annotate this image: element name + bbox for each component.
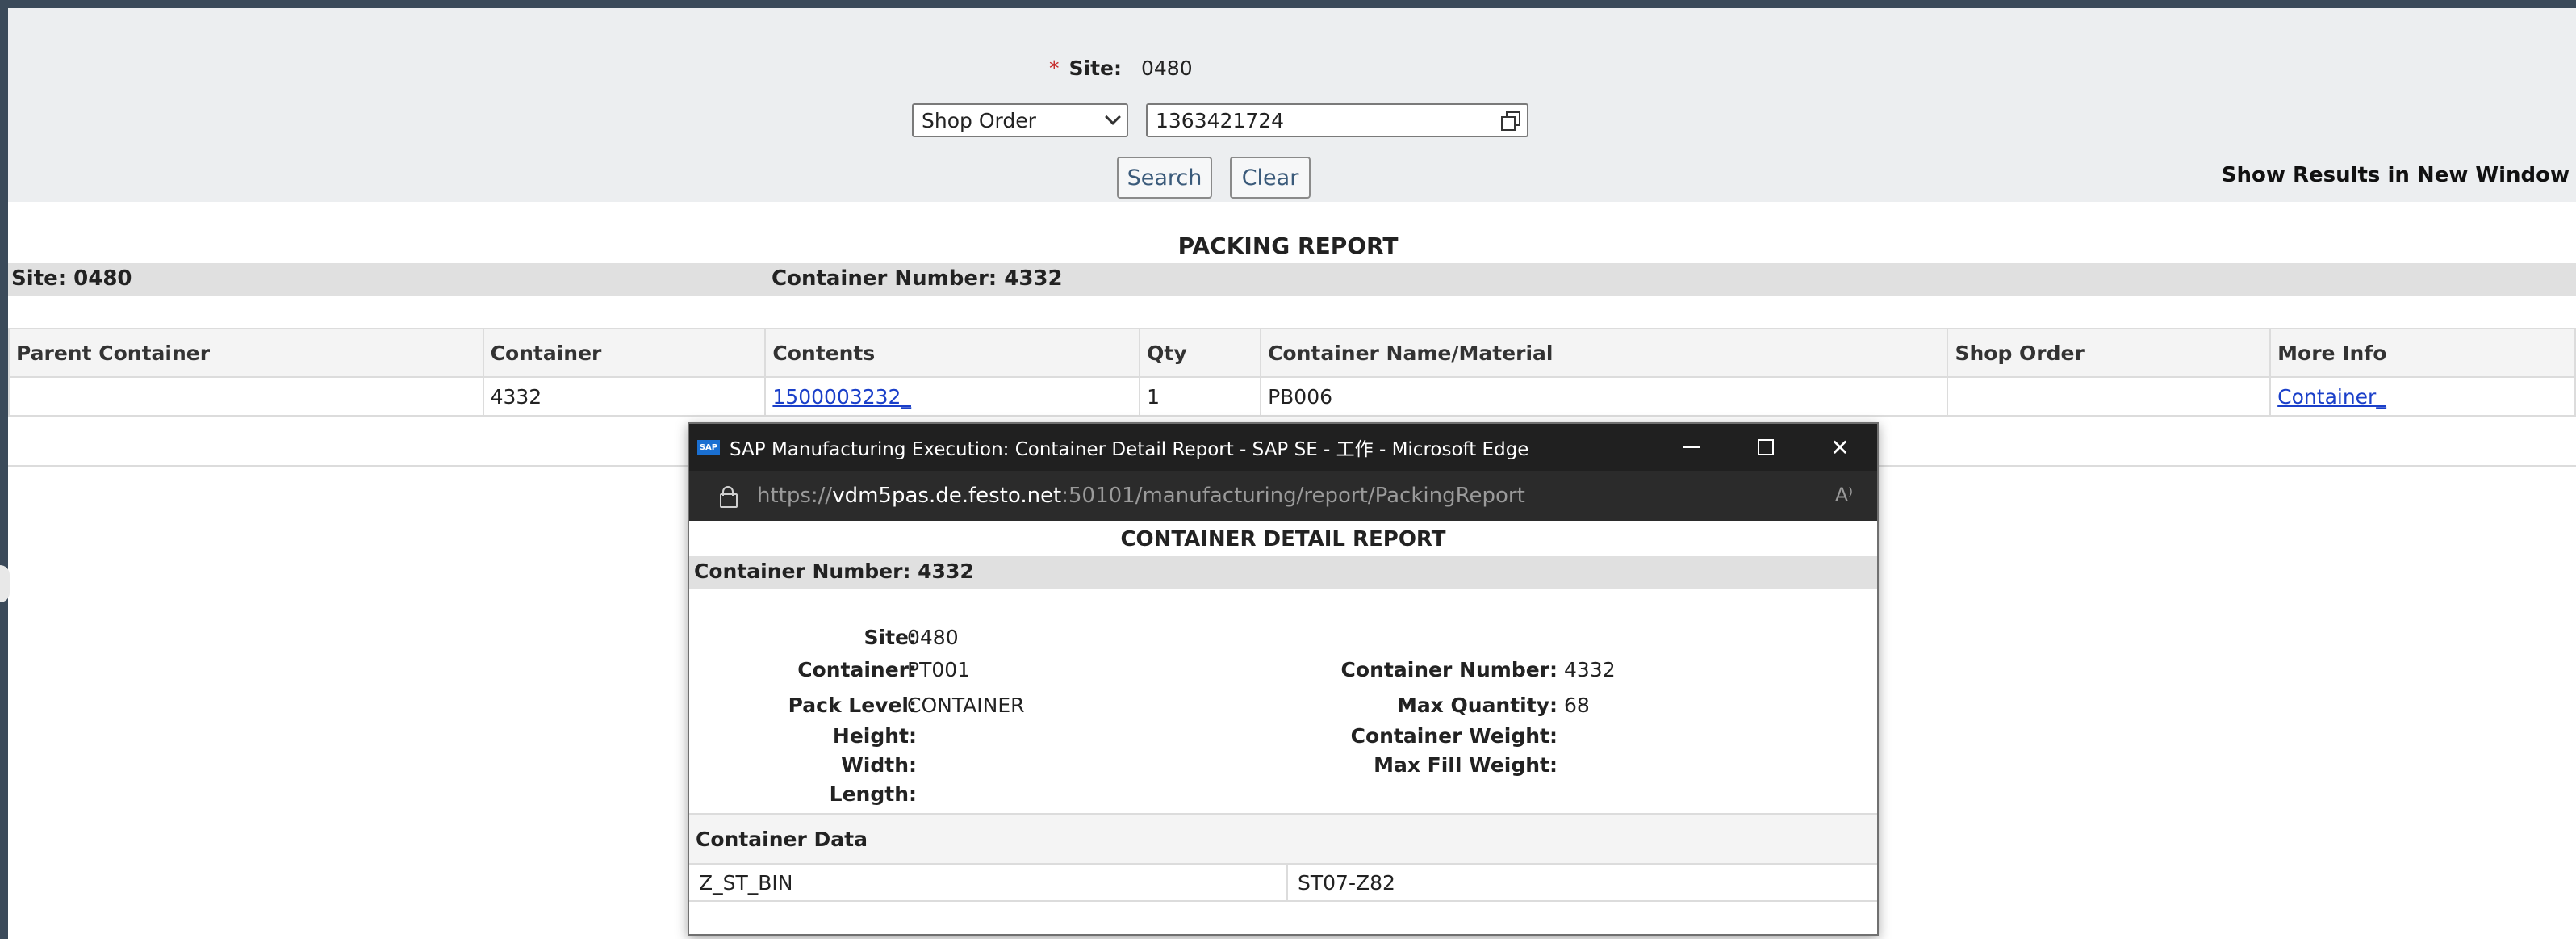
container-field-value: PT001 (907, 658, 971, 681)
contents-link[interactable]: 1500003232_ (772, 385, 911, 409)
clear-button[interactable]: Clear (1230, 157, 1311, 199)
col-container-name-material: Container Name/Material (1260, 328, 1949, 378)
show-results-new-window-label[interactable]: Show Results in New Window (2222, 163, 2570, 187)
container-data-value: ST07-Z82 (1298, 871, 1395, 895)
window-titlebar: SAP SAP Manufacturing Execution: Contain… (689, 424, 1877, 471)
chevron-down-icon (1105, 109, 1121, 125)
maximize-button[interactable] (1729, 424, 1803, 471)
max-quantity-value: 68 (1564, 694, 1590, 717)
site-label: Site: (1068, 57, 1122, 80)
url-prefix: https:// (757, 484, 833, 508)
max-quantity-label: Max Quantity: (1396, 694, 1558, 717)
cell-more-info: Container_ (2269, 376, 2576, 417)
container-detail-window: SAP SAP Manufacturing Execution: Contain… (688, 422, 1879, 936)
close-icon: ✕ (1830, 434, 1850, 461)
lock-icon[interactable] (720, 486, 738, 508)
report-title: PACKING REPORT (1177, 233, 1399, 259)
table-header-row: Parent Container Container Contents Qty … (8, 328, 2576, 378)
site-value: 0480 (1140, 57, 1193, 80)
more-info-container-link[interactable]: Container_ (2277, 385, 2386, 409)
cell-name-material: PB006 (1260, 376, 1949, 417)
window-title: SAP Manufacturing Execution: Container D… (730, 439, 1529, 460)
cell-contents: 1500003232_ (764, 376, 1141, 417)
height-label: Height: (832, 724, 917, 748)
shop-order-input[interactable]: 1363421724 (1146, 103, 1528, 137)
col-parent-container: Parent Container (8, 328, 484, 378)
url-host: vdm5pas.de.festo.net (832, 484, 1062, 508)
col-shop-order: Shop Order (1947, 328, 2272, 378)
container-data-header: Container Data (689, 815, 1877, 865)
left-border (0, 0, 8, 939)
col-more-info: More Info (2269, 328, 2576, 378)
minimize-button[interactable] (1654, 424, 1729, 471)
container-field-label: Container: (797, 658, 917, 681)
side-panel-handle[interactable] (0, 565, 10, 602)
col-qty: Qty (1139, 328, 1262, 378)
width-label: Width: (841, 753, 917, 777)
search-type-selected: Shop Order (922, 108, 1036, 132)
shop-order-value: 1363421724 (1156, 108, 1285, 132)
col-contents: Contents (764, 328, 1141, 378)
close-button[interactable]: ✕ (1803, 424, 1877, 471)
container-data-key: Z_ST_BIN (689, 865, 1288, 900)
report-container-number: Container Number: 4332 (772, 266, 1063, 291)
container-detail-header: Container Number: 4332 (689, 556, 1877, 589)
search-button[interactable]: Search (1117, 157, 1212, 199)
cell-parent (8, 376, 484, 417)
container-data-row: Z_ST_BIN ST07-Z82 (689, 865, 1877, 902)
cell-qty: 1 (1139, 376, 1262, 417)
maximize-icon (1758, 439, 1774, 455)
cell-shop-order (1947, 376, 2272, 417)
container-number-label: Container Number: (1340, 658, 1558, 681)
report-header: Site: 0480 Container Number: 4332 (8, 263, 2576, 296)
table-row: 4332 1500003232_ 1 PB006 Container_ (8, 376, 2576, 417)
container-weight-label: Container Weight: (1350, 724, 1558, 748)
container-number-value: 4332 (1564, 658, 1616, 681)
required-marker: * (1049, 57, 1060, 80)
window-controls: ✕ (1654, 424, 1877, 471)
site-row: * Site: 0480 (1049, 57, 1193, 80)
address-bar[interactable]: https://vdm5pas.de.festo.net:50101/manuf… (689, 471, 1877, 521)
packing-table: Parent Container Container Contents Qty … (8, 328, 2576, 417)
report-site: Site: 0480 (11, 266, 132, 291)
search-type-select[interactable]: Shop Order (912, 103, 1128, 137)
browse-icon[interactable] (1501, 111, 1520, 131)
max-fill-weight-label: Max Fill Weight: (1374, 753, 1558, 777)
col-container: Container (482, 328, 767, 378)
pack-level-value: CONTAINER (907, 694, 1025, 717)
length-label: Length: (829, 782, 917, 806)
pack-level-label: Pack Level: (788, 694, 917, 717)
sap-logo-icon: SAP (697, 440, 720, 455)
container-detail-title: CONTAINER DETAIL REPORT (1120, 527, 1446, 551)
top-border (0, 0, 2576, 8)
site-field-value: 0480 (907, 626, 959, 649)
url-path: :50101/manufacturing/report/PackingRepor… (1061, 484, 1525, 508)
container-detail-fields: Site: 0480 Container: PT001 Pack Level: … (689, 589, 1877, 813)
search-panel: * Site: 0480 Shop Order 1363421724 Searc… (8, 8, 2576, 202)
minimize-icon (1683, 446, 1700, 448)
cell-container: 4332 (482, 376, 767, 417)
read-aloud-icon[interactable]: A⁾ (1835, 484, 1853, 506)
